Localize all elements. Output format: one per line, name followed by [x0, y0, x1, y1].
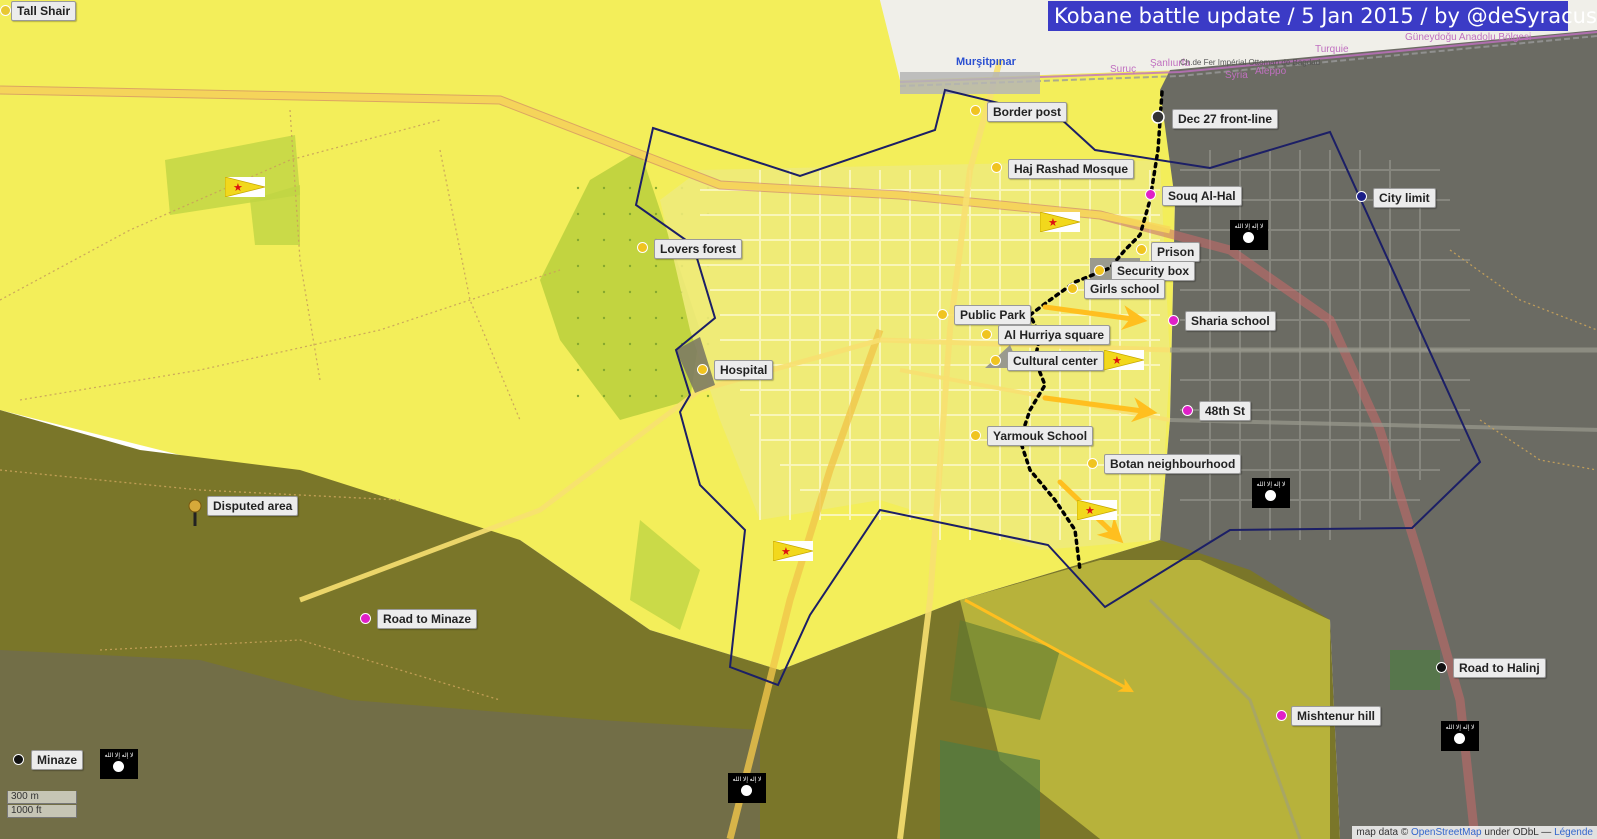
- label-security-box[interactable]: Security box: [1111, 261, 1196, 281]
- isis-flag-icon: لا إله إلا الله: [1230, 220, 1268, 250]
- poi-marker[interactable]: [13, 754, 24, 765]
- poi-marker[interactable]: [1356, 191, 1367, 202]
- poi-marker[interactable]: [697, 364, 708, 375]
- legend-link[interactable]: Légende: [1554, 827, 1593, 838]
- label-souq-al-hal[interactable]: Souq Al-Hal: [1162, 186, 1242, 206]
- map-canvas[interactable]: Kobane battle update / 5 Jan 2015 / by @…: [0, 0, 1597, 839]
- poi-marker[interactable]: [970, 105, 981, 116]
- ypg-flag-icon: ★: [1040, 212, 1080, 232]
- poi-marker[interactable]: [0, 5, 11, 16]
- label-road-to-minaze[interactable]: Road to Minaze: [377, 609, 478, 629]
- label-dec27-frontline[interactable]: Dec 27 front-line: [1172, 109, 1279, 129]
- label-tall-shair[interactable]: Tall Shair: [11, 1, 77, 21]
- flag-script: لا إله إلا الله: [1234, 224, 1264, 230]
- svg-text:★: ★: [233, 181, 243, 194]
- label-prison[interactable]: Prison: [1151, 242, 1201, 262]
- attribution-prefix: map data ©: [1356, 827, 1409, 838]
- label-botan-neighbourhood[interactable]: Botan neighbourhood: [1104, 454, 1242, 474]
- label-public-park[interactable]: Public Park: [954, 305, 1032, 325]
- label-hospital[interactable]: Hospital: [714, 360, 774, 380]
- isis-flag-icon: لا إله إلا الله: [728, 773, 766, 803]
- poi-marker[interactable]: [1276, 710, 1287, 721]
- osm-link[interactable]: OpenStreetMap: [1411, 827, 1482, 838]
- poi-marker[interactable]: [1136, 244, 1147, 255]
- label-yarmouk-school[interactable]: Yarmouk School: [987, 426, 1094, 446]
- poi-marker[interactable]: [637, 242, 648, 253]
- flag-script: لا إله إلا الله: [1445, 725, 1475, 731]
- label-border-post[interactable]: Border post: [987, 102, 1068, 122]
- label-48th-st[interactable]: 48th St: [1199, 401, 1252, 421]
- poi-marker[interactable]: [981, 329, 992, 340]
- ypg-flag-icon: ★: [773, 541, 813, 561]
- poi-marker[interactable]: [937, 309, 948, 320]
- label-al-hurriya-square[interactable]: Al Hurriya square: [998, 325, 1111, 345]
- poi-marker[interactable]: [990, 355, 1001, 366]
- poi-marker[interactable]: [970, 430, 981, 441]
- flag-script: لا إله إلا الله: [1256, 482, 1286, 488]
- poi-marker[interactable]: [1067, 283, 1078, 294]
- label-lovers-forest[interactable]: Lovers forest: [654, 239, 743, 259]
- map-attribution: map data © OpenStreetMap under ODbL — Lé…: [1352, 826, 1597, 839]
- label-girls-school[interactable]: Girls school: [1084, 279, 1166, 299]
- border-place-label: Suruç: [1110, 64, 1137, 75]
- label-haj-rashad-mosque[interactable]: Haj Rashad Mosque: [1008, 159, 1135, 179]
- scale-imperial: 1000 ft: [7, 805, 77, 818]
- poi-marker[interactable]: [1182, 405, 1193, 416]
- scale-metric: 300 m: [7, 791, 77, 804]
- town-label: Murşitpınar: [956, 56, 1016, 68]
- border-place-label: Güneydoğu Anadolu Bölgesi: [1405, 32, 1532, 43]
- ypg-flag-icon: ★: [1104, 350, 1144, 370]
- map-title: Kobane battle update / 5 Jan 2015 / by @…: [1048, 1, 1597, 31]
- label-sharia-school[interactable]: Sharia school: [1185, 311, 1276, 331]
- poi-marker[interactable]: [991, 162, 1002, 173]
- isis-flag-icon: لا إله إلا الله: [1252, 478, 1290, 508]
- svg-text:★: ★: [1048, 216, 1058, 229]
- label-cultural-center[interactable]: Cultural center: [1007, 351, 1104, 371]
- poi-marker[interactable]: [1087, 458, 1098, 469]
- label-minaze[interactable]: Minaze: [31, 750, 84, 770]
- poi-marker[interactable]: [360, 613, 371, 624]
- flag-script: لا إله إلا الله: [104, 753, 134, 759]
- railway-label: Ch.de Fer Impérial Ottoman de Bagdad: [1180, 58, 1321, 67]
- svg-text:★: ★: [1085, 504, 1095, 517]
- poi-marker[interactable]: [1145, 189, 1156, 200]
- isis-flag-icon: لا إله إلا الله: [1441, 721, 1479, 751]
- label-city-limit[interactable]: City limit: [1373, 188, 1436, 208]
- border-place-label: Turquie: [1315, 44, 1349, 55]
- border-place-label: Syria: [1225, 70, 1248, 81]
- isis-flag-icon: لا إله إلا الله: [100, 749, 138, 779]
- border-place-label: Aleppo: [1255, 66, 1287, 77]
- label-disputed-area[interactable]: Disputed area: [207, 496, 299, 516]
- svg-text:★: ★: [1112, 354, 1122, 367]
- label-road-to-halinj[interactable]: Road to Halinj: [1453, 658, 1546, 678]
- ypg-flag-icon: ★: [225, 177, 265, 197]
- poi-marker[interactable]: [1168, 315, 1179, 326]
- ypg-flag-icon: ★: [1077, 500, 1117, 520]
- flag-script: لا إله إلا الله: [732, 777, 762, 783]
- label-mishtenur-hill[interactable]: Mishtenur hill: [1291, 706, 1381, 726]
- attribution-suffix: under ODbL —: [1484, 827, 1552, 838]
- poi-marker[interactable]: [1436, 662, 1447, 673]
- svg-text:★: ★: [781, 545, 791, 558]
- poi-marker[interactable]: [1094, 265, 1105, 276]
